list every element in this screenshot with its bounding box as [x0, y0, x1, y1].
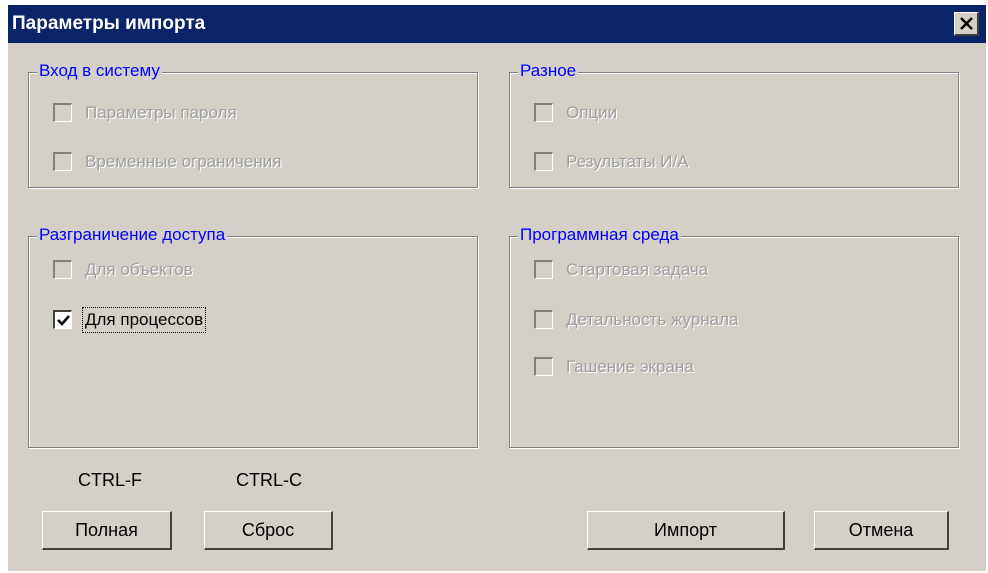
shortcut-reset-label: CTRL-C — [236, 470, 302, 490]
checkbox-label: Гашение экрана — [566, 357, 694, 376]
import-settings-dialog: Параметры импорта Вход в систему Парамет… — [8, 5, 986, 571]
group-login-label: Вход в систему — [37, 61, 162, 81]
checkbox-box[interactable] — [534, 152, 553, 171]
checkbox-box[interactable] — [53, 310, 72, 329]
group-misc: Разное Опции Результаты И/А — [509, 61, 959, 188]
close-icon — [960, 17, 973, 30]
group-software-environment: Программная среда Стартовая задача Детал… — [509, 225, 959, 448]
close-button[interactable] — [954, 12, 979, 36]
group-access-control-label: Разграничение доступа — [37, 225, 228, 245]
group-login: Вход в систему Параметры пароля Временны… — [28, 61, 478, 188]
checkbox-label: Результаты И/А — [566, 152, 689, 171]
reset-button[interactable]: Сброс — [204, 511, 333, 550]
checkbox-label: Параметры пароля — [85, 103, 237, 122]
group-access-control: Разграничение доступа Для объектов Для п… — [28, 225, 478, 448]
checkmark-icon — [57, 315, 70, 326]
checkbox-box[interactable] — [53, 152, 72, 171]
checkbox-label: Для объектов — [85, 260, 193, 279]
checkbox-label: Стартовая задача — [566, 260, 709, 279]
import-button[interactable]: Импорт — [587, 511, 785, 550]
checkbox-label: Для процессов — [81, 307, 207, 333]
group-misc-label: Разное — [518, 61, 579, 81]
checkbox-label: Временные ограничения — [85, 152, 282, 171]
checkbox-box[interactable] — [534, 260, 553, 279]
checkbox-box[interactable] — [534, 103, 553, 122]
checkbox-box[interactable] — [534, 310, 553, 329]
checkbox-box[interactable] — [534, 357, 553, 376]
full-button[interactable]: Полная — [42, 511, 172, 550]
shortcut-full-label: CTRL-F — [78, 470, 142, 490]
checkbox-box[interactable] — [53, 103, 72, 122]
checkbox-box[interactable] — [53, 260, 72, 279]
group-software-environment-label: Программная среда — [518, 225, 681, 245]
cancel-button[interactable]: Отмена — [814, 511, 949, 550]
title-bar: Параметры импорта — [8, 5, 986, 43]
checkbox-label: Опции — [566, 103, 618, 122]
window-title: Параметры импорта — [12, 13, 206, 34]
checkbox-label: Детальность журнала — [566, 310, 739, 329]
